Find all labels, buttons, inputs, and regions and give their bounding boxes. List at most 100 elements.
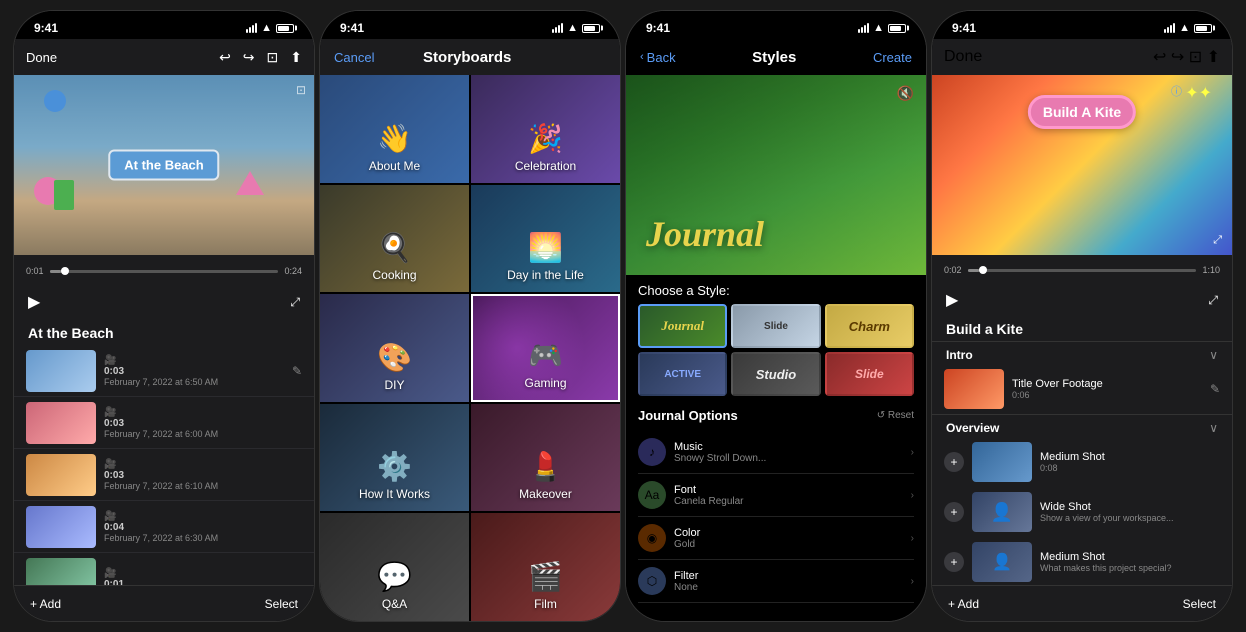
clip-item4-4[interactable]: + 👤 Medium Shot What makes this project …	[932, 537, 1232, 585]
clip-add-btn-4[interactable]: +	[944, 552, 964, 572]
clip-list-1: At the Beach 🎥 0:03 February 7, 2022 at …	[14, 317, 314, 585]
storyboard-item-dayinlife[interactable]: 🌅 Day in the Life	[471, 185, 620, 293]
camera-icon-3: 🎥	[104, 459, 302, 470]
clip-duration-4: 0:04	[104, 522, 302, 533]
timeline-bar-4: 0:02 1:10	[932, 255, 1232, 285]
storyboard-item-makeover[interactable]: 💄 Makeover	[471, 404, 620, 512]
redo-icon-1[interactable]: ↪	[243, 49, 255, 66]
cancel-button-2[interactable]: Cancel	[334, 50, 374, 65]
nav-title-3: Styles	[752, 49, 796, 66]
select-button-4[interactable]: Select	[1183, 597, 1216, 611]
done-button-4[interactable]: Done	[944, 48, 982, 66]
done-button-1[interactable]: Done	[26, 50, 57, 65]
clip-desc4-3: Show a view of your workspace...	[1040, 513, 1220, 523]
clip-item4-3[interactable]: + 👤 Wide Shot Show a view of your worksp…	[932, 487, 1232, 537]
screen3: 9:41 ▲ ‹ Back Styles Create Journal 🔇	[625, 10, 927, 622]
fullscreen-button-4[interactable]: ⤢	[1208, 293, 1218, 308]
clip-add-btn-3[interactable]: +	[944, 502, 964, 522]
storyboard-item-film[interactable]: 🎬 Film	[471, 513, 620, 621]
screen1: 9:41 ▲ Done ↩ ↪ ⊡ ⬆	[13, 10, 315, 622]
play-button-4[interactable]: ▶	[946, 290, 958, 310]
camera-icon-5: 🎥	[104, 568, 302, 579]
track-thumb-1[interactable]	[61, 267, 69, 275]
timeline-track-1[interactable]: 0:01 0:24	[26, 261, 302, 281]
time-3: 9:41	[646, 21, 670, 35]
style-journal[interactable]: Journal	[638, 304, 727, 348]
style-charm[interactable]: Charm	[825, 304, 914, 348]
clip-item-2[interactable]: 🎥 0:03 February 7, 2022 at 6:00 AM	[14, 397, 314, 449]
section-chevron-overview: ∨	[1209, 421, 1218, 435]
option-chevron-filter: ›	[911, 576, 914, 587]
play-button-1[interactable]: ▶	[28, 292, 40, 312]
storyboard-item-cooking[interactable]: 🍳 Cooking	[320, 185, 469, 293]
share-icon-4[interactable]: ⬆	[1207, 49, 1220, 66]
undo-icon-1[interactable]: ↩	[219, 49, 231, 66]
option-color[interactable]: ◉ Color Gold ›	[638, 517, 914, 560]
add-button-4[interactable]: + Add	[948, 597, 979, 611]
section-title-overview: Overview	[946, 421, 999, 435]
dayinlife-icon: 🌅	[528, 231, 563, 264]
battery-icon-4	[1194, 24, 1212, 33]
option-font[interactable]: Aa Font Canela Regular ›	[638, 474, 914, 517]
clip-info4-4: Medium Shot What makes this project spec…	[1040, 551, 1220, 573]
storyboard-item-howitworks[interactable]: ⚙️ How It Works	[320, 404, 469, 512]
signal-icon-1	[246, 23, 257, 33]
section-intro[interactable]: Intro ∨	[932, 341, 1232, 364]
clip-edit4-1[interactable]: ✎	[1210, 382, 1220, 396]
timeline-track-4[interactable]: 0:02 1:10	[944, 260, 1220, 280]
clip-icon-4[interactable]: ⊡	[1189, 49, 1202, 66]
clip-item4-2[interactable]: + Medium Shot 0:08	[932, 437, 1232, 487]
storyboard-item-qa[interactable]: 💬 Q&A	[320, 513, 469, 621]
option-music[interactable]: ♪ Music Snowy Stroll Down... ›	[638, 431, 914, 474]
option-chevron-font: ›	[911, 490, 914, 501]
howitworks-label: How It Works	[359, 487, 430, 501]
clip-add-btn-2[interactable]: +	[944, 452, 964, 472]
fullscreen-button-1[interactable]: ⤢	[290, 295, 300, 310]
option-filter[interactable]: ⬡ Filter None ›	[638, 560, 914, 603]
font-icon: Aa	[638, 481, 666, 509]
reset-button[interactable]: ↺ Reset	[877, 410, 914, 421]
makeover-icon: 💄	[528, 450, 563, 483]
storyboard-item-aboutme[interactable]: 👋 About Me	[320, 75, 469, 183]
screen-top-right-icon: ⊡	[296, 83, 306, 97]
redo-icon-4[interactable]: ↪	[1171, 49, 1184, 66]
back-button-3[interactable]: ‹ Back	[640, 50, 676, 65]
style-slide-b[interactable]: Slide	[825, 352, 914, 396]
video-preview-4: Build A Kite ✦✦ ⓘ ⤢	[932, 75, 1232, 255]
clip-item-4[interactable]: 🎥 0:04 February 7, 2022 at 6:30 AM	[14, 501, 314, 553]
clip-thumbnail-5	[26, 558, 96, 586]
create-button-3[interactable]: Create	[873, 50, 912, 65]
clip-item4-1[interactable]: Title Over Footage 0:06 ✎	[932, 364, 1232, 414]
clip-info-3: 🎥 0:03 February 7, 2022 at 6:10 AM	[104, 459, 302, 491]
clip-edit-1[interactable]: ✎	[292, 364, 302, 378]
add-button-1[interactable]: + Add	[30, 597, 61, 611]
fullscreen-icon-4[interactable]: ⤢	[1213, 234, 1222, 247]
select-button-1[interactable]: Select	[265, 597, 298, 611]
storyboard-item-diy[interactable]: 🎨 DIY	[320, 294, 469, 402]
share-icon-1[interactable]: ⬆	[290, 49, 302, 66]
mute-icon-3[interactable]: 🔇	[897, 85, 914, 102]
style-active[interactable]: Active	[638, 352, 727, 396]
clip-item-3[interactable]: 🎥 0:03 February 7, 2022 at 6:10 AM	[14, 449, 314, 501]
track-line-4	[968, 269, 1197, 272]
track-thumb-4[interactable]	[979, 266, 987, 274]
section-overview[interactable]: Overview ∨	[932, 414, 1232, 437]
storyboard-item-gaming[interactable]: 🎮 Gaming	[471, 294, 620, 402]
stars-decor: ✦✦	[1185, 83, 1212, 103]
undo-icon-4[interactable]: ↩	[1153, 49, 1166, 66]
nav-icons-4: ↩ ↪ ⊡ ⬆	[1153, 47, 1220, 67]
style-slide[interactable]: Slide	[731, 304, 820, 348]
clip-thumbnail-3	[26, 454, 96, 496]
back-label: Back	[647, 50, 676, 65]
clip-icon-1[interactable]: ⊡	[267, 49, 279, 66]
playback-bar-1: ▶ ⤢	[14, 287, 314, 317]
clip-item-5[interactable]: 🎥 0:01	[14, 553, 314, 585]
info-icon-4[interactable]: ⓘ	[1171, 83, 1182, 99]
status-icons-3: ▲	[858, 22, 906, 34]
screens-container: 9:41 ▲ Done ↩ ↪ ⊡ ⬆	[13, 6, 1233, 626]
clip-item-1[interactable]: 🎥 0:03 February 7, 2022 at 6:50 AM ✎	[14, 345, 314, 397]
style-grid: Journal Slide Charm Active Studio Slide	[638, 304, 914, 396]
storyboard-item-celebration[interactable]: 🎉 Celebration	[471, 75, 620, 183]
style-studio[interactable]: Studio	[731, 352, 820, 396]
blue-circle-decor	[44, 90, 66, 112]
